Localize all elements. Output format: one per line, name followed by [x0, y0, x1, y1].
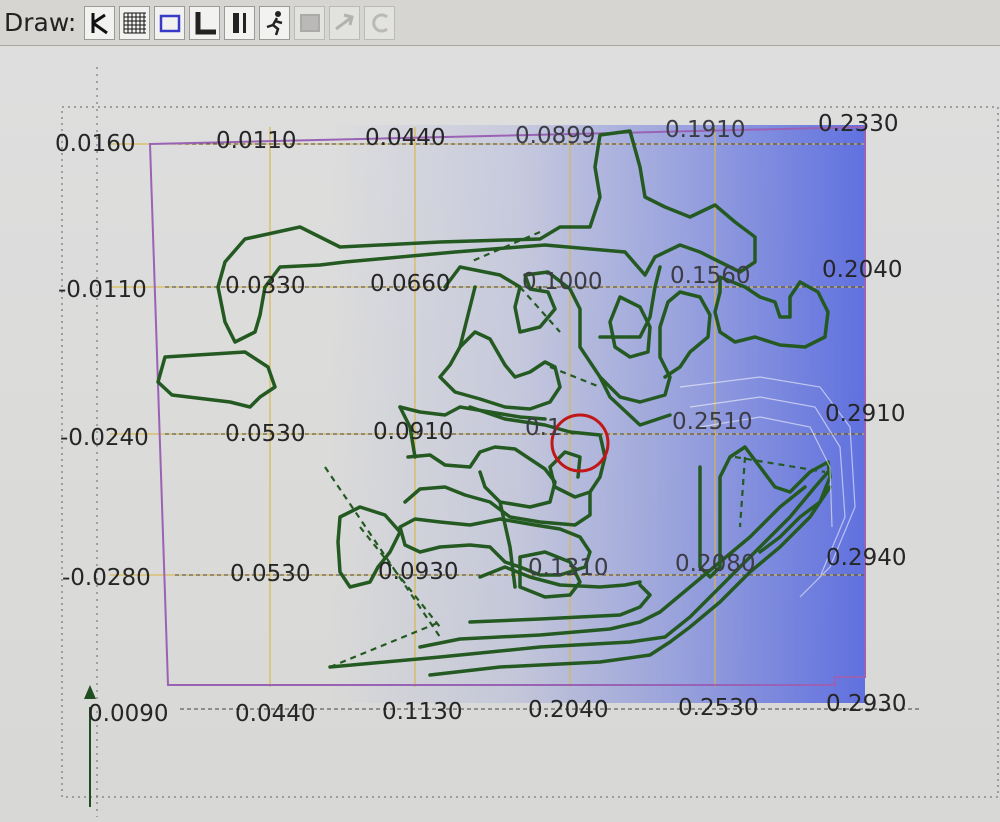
- grid-label: -0.0240: [60, 425, 149, 451]
- grid-label: 0.2530: [678, 695, 759, 721]
- grid-tool-button[interactable]: [119, 5, 151, 40]
- grid-label: 0.2930: [826, 691, 907, 717]
- grid-label: 0.2510: [672, 409, 753, 435]
- grid-label: -0.0110: [58, 277, 147, 303]
- pcb-canvas[interactable]: 0.0160 0.0110 0.0440 0.0899 0.1910 0.233…: [0, 47, 1000, 822]
- route-runner-icon: [266, 10, 283, 35]
- grid-label: -0.0280: [62, 565, 151, 591]
- draw-toolbar: Draw:: [0, 0, 1000, 46]
- grid-label: 0.0440: [235, 701, 316, 727]
- grid-label: 0.0090: [88, 701, 169, 727]
- route-tool-button[interactable]: [259, 5, 291, 40]
- grid-label: 0.0530: [230, 561, 311, 587]
- grid-label: 0.2040: [822, 257, 903, 283]
- grid-label: 0.0660: [370, 271, 451, 297]
- grid-label: 0.2080: [675, 551, 756, 577]
- grid-label: 0.2940: [826, 545, 907, 571]
- grid-label: 0.0440: [365, 125, 446, 151]
- grid-label: 0.2910: [825, 401, 906, 427]
- grid-label: 0.1130: [382, 699, 463, 725]
- grid-label: 0.0160: [55, 131, 136, 157]
- grid-label: 0.0330: [225, 273, 306, 299]
- arrow-tool-button[interactable]: [329, 5, 361, 40]
- cursor-k-icon: [91, 12, 108, 34]
- angle-line-icon: [195, 11, 216, 34]
- grid-icon: [123, 12, 146, 33]
- arc-tool-button[interactable]: [364, 5, 396, 40]
- grid-label: 0.0899: [515, 123, 596, 149]
- grid-label: 0.1310: [528, 555, 609, 581]
- grid-label: 0.0110: [216, 128, 297, 154]
- grid-label: 0.0930: [378, 559, 459, 585]
- angle-tool-button[interactable]: [189, 5, 221, 40]
- grid-label: 0.1910: [665, 117, 746, 143]
- bar-line-icon: [232, 12, 246, 33]
- filled-rect-icon: [299, 13, 320, 32]
- grid-label: 0.2040: [528, 697, 609, 723]
- line-tool-button[interactable]: [224, 5, 256, 40]
- grid-label: 0.1000: [522, 269, 603, 295]
- rectangle-tool-button[interactable]: [154, 5, 186, 40]
- rectangle-icon: [159, 14, 181, 32]
- grid-label: 0.1560: [670, 263, 751, 289]
- toolbar-label: Draw:: [4, 8, 77, 37]
- grid-label: 0.1: [525, 415, 562, 441]
- grid-label: 0.2330: [818, 111, 899, 137]
- grid-label: 0.0530: [225, 421, 306, 447]
- fill-tool-button[interactable]: [294, 5, 326, 40]
- arc-icon: [372, 13, 388, 32]
- grid-label: 0.0910: [373, 419, 454, 445]
- pointer-tool-button[interactable]: [84, 5, 116, 40]
- arrow-icon: [334, 13, 354, 30]
